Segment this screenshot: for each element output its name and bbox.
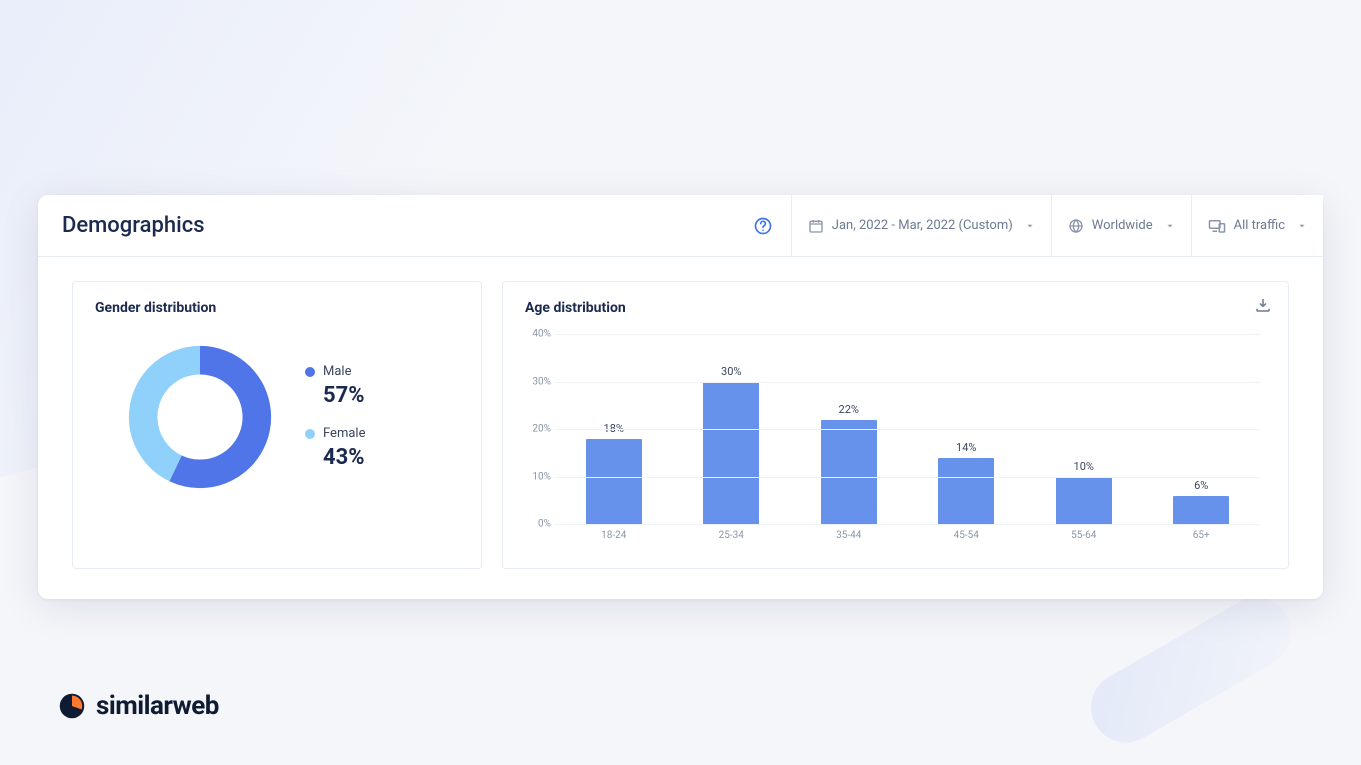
- legend-row-male: Male 57%: [305, 364, 365, 408]
- bar: [586, 439, 642, 525]
- similarweb-logo: similarweb: [58, 691, 219, 721]
- bar-column: 14%: [938, 441, 994, 525]
- calendar-icon: [808, 218, 824, 234]
- bar-value-label: 30%: [721, 365, 741, 378]
- bar: [1173, 496, 1229, 525]
- bar: [703, 382, 759, 525]
- bar-column: 18%: [586, 422, 642, 525]
- x-tick-label: 45-54: [954, 530, 979, 541]
- y-tick-label: 30%: [523, 376, 551, 387]
- bar-column: 22%: [821, 403, 877, 525]
- bar-value-label: 10%: [1074, 460, 1094, 473]
- y-tick-label: 10%: [523, 471, 551, 482]
- gender-donut-chart: [125, 342, 275, 492]
- region-label: Worldwide: [1092, 218, 1153, 233]
- legend-label-female: Female: [323, 426, 365, 441]
- date-range-selector[interactable]: Jan, 2022 - Mar, 2022 (Custom): [791, 195, 1051, 256]
- logo-text: similarweb: [96, 691, 219, 721]
- bar-column: 10%: [1056, 460, 1112, 525]
- x-tick-label: 35-44: [836, 530, 861, 541]
- bar-value-label: 6%: [1194, 479, 1208, 492]
- globe-icon: [1068, 218, 1084, 234]
- legend-dot-male: [305, 367, 315, 377]
- y-tick-label: 40%: [523, 329, 551, 340]
- card-title: Age distribution: [525, 300, 1266, 316]
- download-button[interactable]: [1254, 296, 1272, 318]
- x-tick-label: 65+: [1193, 530, 1210, 541]
- help-button[interactable]: [735, 195, 791, 256]
- bar-column: 30%: [703, 365, 759, 525]
- bar-value-label: 14%: [956, 441, 976, 454]
- region-selector[interactable]: Worldwide: [1051, 195, 1191, 256]
- age-bar-chart: 18%30%22%14%10%6% 0%10%20%30%40%: [555, 334, 1260, 524]
- legend-label-male: Male: [323, 364, 351, 379]
- y-tick-label: 0%: [523, 519, 551, 530]
- traffic-label: All traffic: [1234, 218, 1285, 233]
- bar: [938, 458, 994, 525]
- legend-value-male: 57%: [305, 383, 365, 408]
- bar-value-label: 18%: [604, 422, 624, 435]
- card-title: Gender distribution: [95, 300, 459, 316]
- bar: [1056, 477, 1112, 525]
- panel-header: Demographics Jan, 2: [38, 195, 1323, 257]
- gridline: [555, 334, 1260, 335]
- gender-legend: Male 57% Female 43%: [305, 364, 365, 470]
- legend-dot-female: [305, 429, 315, 439]
- devices-icon: [1208, 218, 1226, 234]
- x-tick-label: 18-24: [601, 530, 626, 541]
- gridline: [555, 382, 1260, 383]
- age-distribution-card: Age distribution 18% 30% 22% 14% 10% 6% 0% 10%…: [502, 281, 1289, 569]
- chevron-down-icon: [1165, 221, 1175, 231]
- x-tick-label: 25-34: [719, 530, 744, 541]
- x-tick-label: 55-64: [1071, 530, 1096, 541]
- legend-row-female: Female 43%: [305, 426, 365, 470]
- gridline: [555, 429, 1260, 430]
- date-range-label: Jan, 2022 - Mar, 2022 (Custom): [832, 218, 1013, 233]
- chevron-down-icon: [1025, 221, 1035, 231]
- background-pill: [1078, 585, 1304, 756]
- header-controls: Jan, 2022 - Mar, 2022 (Custom) Worldwide: [735, 195, 1323, 256]
- chevron-down-icon: [1297, 221, 1307, 231]
- page-title: Demographics: [38, 195, 735, 256]
- chart-x-axis: 18-24 25-34 35-44 45-54 55-64 65+: [555, 524, 1260, 546]
- demographics-panel: Demographics Jan, 2: [38, 195, 1323, 599]
- bar-value-label: 22%: [839, 403, 859, 416]
- gender-distribution-card: Gender distribution Male 57%: [72, 281, 482, 569]
- gridline: [555, 477, 1260, 478]
- bar: [821, 420, 877, 525]
- traffic-selector[interactable]: All traffic: [1191, 195, 1323, 256]
- panel-body: Gender distribution Male 57%: [38, 257, 1323, 599]
- y-tick-label: 20%: [523, 424, 551, 435]
- bar-column: 6%: [1173, 479, 1229, 525]
- legend-value-female: 43%: [305, 445, 365, 470]
- help-icon: [753, 216, 773, 236]
- logo-icon: [58, 692, 86, 720]
- gender-body: Male 57% Female 43%: [95, 334, 459, 502]
